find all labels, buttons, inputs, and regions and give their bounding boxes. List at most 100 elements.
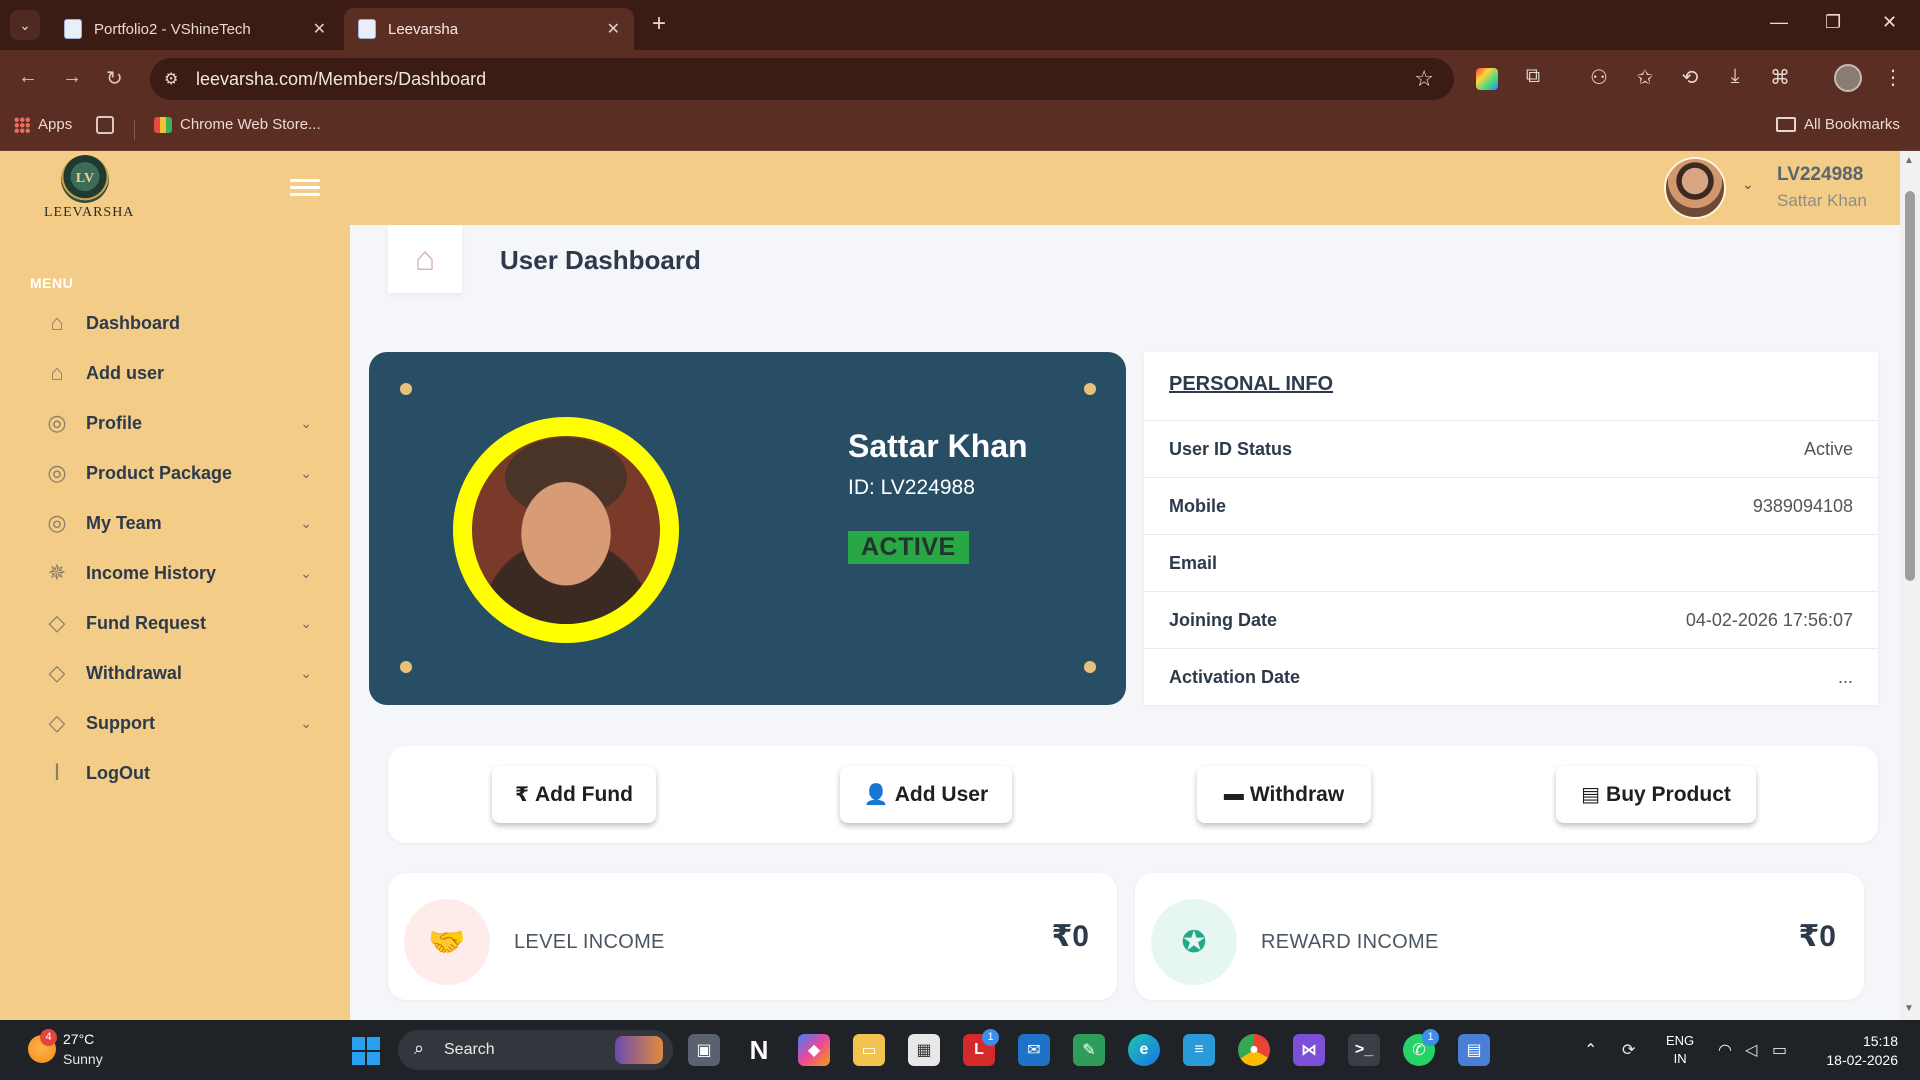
browser-toolbar: ← → ↻ ⚙ leevarsha.com/Members/Dashboard … bbox=[0, 50, 1920, 108]
notification-badge: 1 bbox=[1422, 1029, 1439, 1046]
edge-icon[interactable]: e bbox=[1128, 1034, 1160, 1066]
search-icon: ⌕ bbox=[414, 1038, 425, 1058]
sidebar-item-withdrawal[interactable]: ◇ Withdrawal ⌄ bbox=[42, 653, 312, 693]
address-bar[interactable]: ⚙ leevarsha.com/Members/Dashboard ☆ bbox=[150, 58, 1454, 100]
sidebar: MENU ⌂ Dashboard ⌂ Add user ◎ Profile ⌄ … bbox=[0, 225, 350, 1020]
sidebar-item-income-history[interactable]: ✵ Income History ⌄ bbox=[42, 553, 312, 593]
sidebar-item-fund-request[interactable]: ◇ Fund Request ⌄ bbox=[42, 603, 312, 643]
chevron-up-icon[interactable]: ⌃ bbox=[1584, 1040, 1597, 1060]
reward-income-card[interactable]: ✪ REWARD INCOME ₹0 bbox=[1135, 873, 1864, 1000]
copilot-icon[interactable]: ◆ bbox=[798, 1034, 830, 1066]
hamburger-menu-icon[interactable] bbox=[290, 179, 320, 197]
forward-icon[interactable]: → bbox=[62, 66, 82, 89]
tab-leevarsha[interactable]: Leevarsha ✕ bbox=[344, 8, 634, 50]
sidebar-item-label: Dashboard bbox=[86, 312, 181, 333]
battery-icon[interactable]: ▭ bbox=[1772, 1040, 1787, 1060]
taskbar-search[interactable]: ⌕ Search bbox=[398, 1030, 673, 1070]
brand-logo[interactable]: LV LEEVARSHA bbox=[44, 155, 133, 221]
home-icon: ⌂ bbox=[50, 360, 64, 385]
new-tab-button[interactable]: + bbox=[652, 12, 666, 36]
remote-desktop-icon[interactable]: ▤ bbox=[1458, 1034, 1490, 1066]
breadcrumb-home-icon[interactable]: ⌂ bbox=[388, 225, 462, 293]
tag-icon: ◇ bbox=[48, 610, 66, 635]
notepad-icon[interactable]: ≡ bbox=[1183, 1034, 1215, 1066]
bookmark-tab-groups[interactable] bbox=[96, 116, 114, 134]
browser-profile-avatar[interactable] bbox=[1834, 64, 1862, 92]
windows-start-icon[interactable] bbox=[352, 1037, 380, 1065]
all-bookmarks[interactable]: All Bookmarks bbox=[1776, 116, 1900, 133]
back-icon[interactable]: ← bbox=[18, 66, 38, 89]
page-scrollbar[interactable]: ▲ ▼ bbox=[1900, 151, 1920, 1020]
visual-studio-icon[interactable]: ⋈ bbox=[1293, 1034, 1325, 1066]
button-label: Add Fund bbox=[534, 782, 633, 806]
add-fund-button[interactable]: ₹ Add Fund bbox=[492, 766, 656, 823]
user-avatar[interactable] bbox=[1664, 157, 1726, 219]
bookmark-chrome-web-store[interactable]: Chrome Web Store... bbox=[154, 116, 321, 133]
chevron-down-icon[interactable]: ⌄ bbox=[1742, 176, 1754, 193]
scroll-down-icon[interactable]: ▼ bbox=[1904, 1003, 1914, 1014]
extensions-icon[interactable]: ⧉ bbox=[1520, 65, 1546, 88]
browser-menu-icon[interactable]: ⋮ bbox=[1880, 65, 1906, 90]
wifi-icon[interactable]: ◠ bbox=[1718, 1040, 1732, 1060]
bookmark-label: Chrome Web Store... bbox=[180, 116, 321, 133]
weather-temperature[interactable]: 27°C bbox=[63, 1031, 94, 1047]
header-user-id[interactable]: LV224988 bbox=[1777, 164, 1863, 186]
microsoft-store-icon[interactable]: ▦ bbox=[908, 1034, 940, 1066]
download-icon[interactable]: ⤓ bbox=[1722, 65, 1748, 88]
window-close-icon[interactable]: ✕ bbox=[1882, 12, 1897, 33]
buy-product-button[interactable]: ▤ Buy Product bbox=[1556, 766, 1756, 823]
page-favicon-icon bbox=[358, 19, 376, 39]
decor-dot bbox=[1084, 383, 1096, 395]
withdraw-button[interactable]: ▬ Withdraw bbox=[1197, 766, 1371, 823]
restore-icon[interactable]: ❐ bbox=[1825, 12, 1841, 33]
flashlight-icon: Ⅰ bbox=[53, 760, 61, 785]
favorites-icon[interactable]: ✩ bbox=[1632, 65, 1658, 90]
main-content: ⌂ User Dashboard Sattar Khan ID: LV22498… bbox=[350, 225, 1900, 1020]
close-tab-icon[interactable]: ✕ bbox=[607, 19, 620, 39]
task-view-icon[interactable]: ▣ bbox=[688, 1034, 720, 1066]
minimize-icon[interactable]: — bbox=[1770, 12, 1788, 33]
site-info-icon[interactable]: ⚙ bbox=[164, 69, 178, 89]
header-user-name[interactable]: Sattar Khan bbox=[1777, 191, 1867, 211]
sidebar-item-product-package[interactable]: ◎ Product Package ⌄ bbox=[42, 453, 312, 493]
income-amount: ₹0 bbox=[1051, 920, 1089, 953]
photo-editor-icon[interactable]: ✎ bbox=[1073, 1034, 1105, 1066]
weather-description[interactable]: Sunny bbox=[63, 1051, 103, 1067]
history-icon[interactable]: ⟲ bbox=[1677, 65, 1703, 90]
chevron-down-icon: ⌄ bbox=[300, 514, 312, 531]
sidebar-item-support[interactable]: ◇ Support ⌄ bbox=[42, 703, 312, 743]
color-extension-icon[interactable] bbox=[1476, 68, 1498, 90]
tab-search-button[interactable]: ⌄ bbox=[10, 10, 40, 40]
clock-time: 15:18 bbox=[1862, 1033, 1898, 1049]
level-income-card[interactable]: 🤝 LEVEL INCOME ₹0 bbox=[388, 873, 1117, 1000]
sidebar-item-add-user[interactable]: ⌂ Add user bbox=[42, 353, 312, 393]
file-explorer-icon[interactable]: ▭ bbox=[853, 1034, 885, 1066]
terminal-icon[interactable]: >_ bbox=[1348, 1034, 1380, 1066]
outlook-icon[interactable]: ✉ bbox=[1018, 1034, 1050, 1066]
bookmark-label: All Bookmarks bbox=[1804, 116, 1900, 133]
sync-icon[interactable]: ⟳ bbox=[1622, 1040, 1635, 1060]
bookmark-apps[interactable]: Apps bbox=[14, 116, 72, 133]
add-user-button[interactable]: 👤 Add User bbox=[840, 766, 1012, 823]
button-label: Add User bbox=[894, 782, 989, 806]
bookmark-star-icon[interactable]: ☆ bbox=[1414, 66, 1434, 92]
sidebar-item-profile[interactable]: ◎ Profile ⌄ bbox=[42, 403, 312, 443]
volume-icon[interactable]: ◁ bbox=[1745, 1040, 1757, 1060]
bookmark-divider bbox=[134, 120, 135, 140]
url-text[interactable]: leevarsha.com/Members/Dashboard bbox=[196, 69, 486, 90]
chrome-icon[interactable]: ● bbox=[1238, 1034, 1270, 1066]
system-clock[interactable]: 15:18 18-02-2026 bbox=[1818, 1032, 1898, 1070]
sidebar-item-my-team[interactable]: ◎ My Team ⌄ bbox=[42, 503, 312, 543]
folder-icon bbox=[1776, 117, 1796, 132]
reload-icon[interactable]: ↻ bbox=[106, 66, 123, 91]
close-tab-icon[interactable]: ✕ bbox=[313, 19, 326, 39]
notion-icon[interactable]: N bbox=[743, 1034, 775, 1066]
tab-portfolio2[interactable]: Portfolio2 - VShineTech ✕ bbox=[50, 8, 340, 50]
language-indicator[interactable]: ENG IN bbox=[1666, 1032, 1694, 1068]
incognito-icon[interactable]: ⚇ bbox=[1586, 65, 1612, 90]
scroll-up-icon[interactable]: ▲ bbox=[1904, 155, 1914, 166]
sidebar-item-logout[interactable]: Ⅰ LogOut bbox=[42, 753, 312, 793]
scrollbar-thumb[interactable] bbox=[1905, 191, 1915, 581]
translate-icon[interactable]: ⌘ bbox=[1767, 65, 1793, 90]
sidebar-item-dashboard[interactable]: ⌂ Dashboard bbox=[42, 303, 312, 343]
